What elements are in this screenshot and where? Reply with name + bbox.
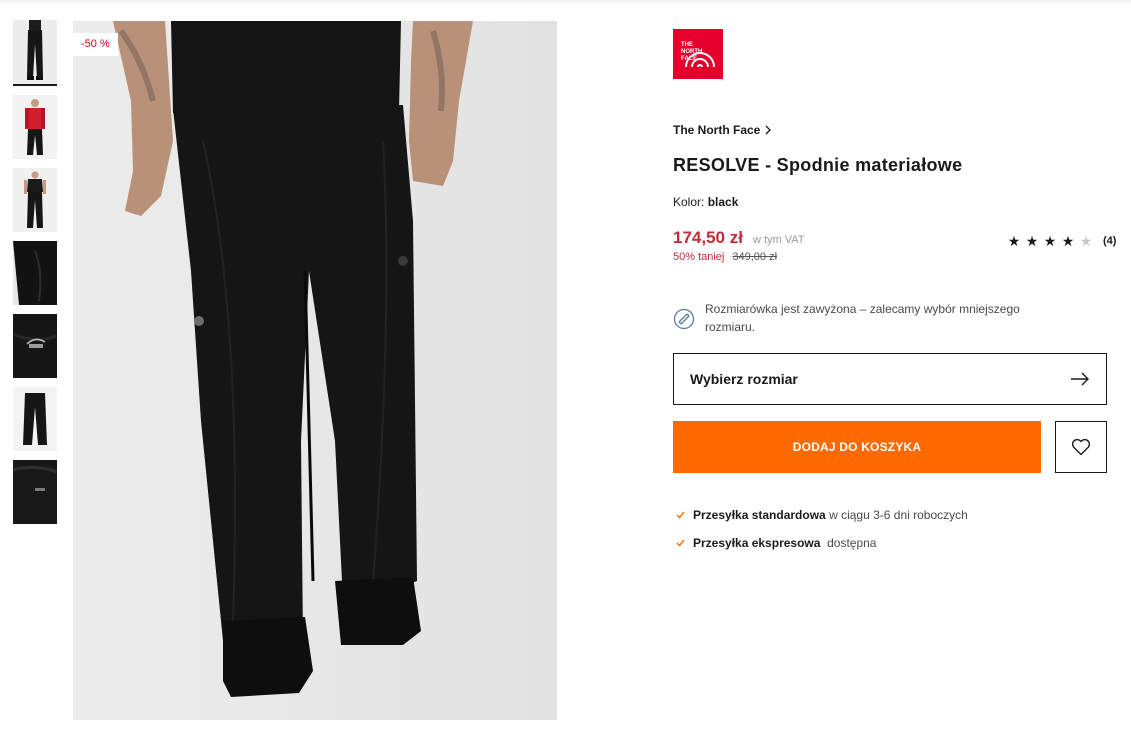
thumbnail-image [13, 460, 57, 524]
thumbnail-5[interactable] [13, 314, 57, 378]
brand-name: The North Face [673, 123, 761, 137]
main-product-image[interactable] [73, 21, 557, 720]
shipping-express: Przesyłka ekspresowa dostępna [676, 534, 968, 552]
logo-text-line: THE [681, 42, 693, 48]
add-to-cart-button[interactable]: DODAJ DO KOSZYKA [673, 421, 1041, 473]
size-note: Rozmiarówka jest zawyżona – zalecamy wyb… [673, 300, 1073, 336]
discount-badge: -50 % [73, 33, 118, 56]
star-icon: ★ [1025, 233, 1039, 249]
thumbnail-image [13, 95, 57, 159]
thumbnail-6[interactable] [13, 387, 57, 451]
size-select-label: Wybierz rozmiar [690, 371, 798, 387]
chevron-right-icon [765, 125, 772, 135]
thumbnail-gallery [13, 20, 57, 533]
product-photo [73, 21, 557, 720]
color-info: Kolor: black [673, 195, 738, 209]
discount-row: 50% taniej 349,00 zł [673, 251, 777, 263]
discount-text: 50% taniej [673, 251, 725, 263]
thumbnail-image [13, 314, 57, 378]
thumbnail-image [13, 241, 57, 305]
brand-logo[interactable]: THE NORTH FACE [673, 29, 723, 79]
check-icon [676, 539, 685, 547]
price-block: 174,50 zł w tym VAT [673, 228, 805, 248]
thumbnail-2[interactable] [13, 95, 57, 159]
size-info-icon [673, 308, 695, 330]
thumbnail-1[interactable] [13, 20, 57, 86]
current-price: 174,50 zł [673, 228, 743, 247]
logo-text-line: NORTH [681, 49, 702, 55]
north-face-logo-icon: THE NORTH FACE [681, 42, 715, 68]
shipping-text: Przesyłka ekspresowa dostępna [693, 536, 877, 550]
star-icon: ★ [1043, 233, 1057, 249]
top-divider [0, 0, 1131, 6]
star-icon: ★ [1061, 233, 1075, 249]
product-title: RESOLVE - Spodnie materiałowe [673, 155, 963, 175]
star-icon: ★ [1007, 233, 1021, 249]
arrow-right-icon [1071, 372, 1089, 386]
size-note-text: Rozmiarówka jest zawyżona – zalecamy wyb… [705, 302, 1020, 334]
shipping-info: Przesyłka standardowa w ciągu 3-6 dni ro… [676, 506, 968, 562]
thumbnail-7[interactable] [13, 460, 57, 524]
shipping-text: Przesyłka standardowa w ciągu 3-6 dni ro… [693, 508, 968, 522]
rating[interactable]: ★ ★ ★ ★ ★ (4) [1005, 233, 1117, 249]
thumbnail-image [13, 20, 57, 84]
thumbnail-3[interactable] [13, 168, 57, 232]
thumbnail-4[interactable] [13, 241, 57, 305]
size-select-dropdown[interactable]: Wybierz rozmiar [673, 353, 1107, 405]
vat-note: w tym VAT [752, 234, 805, 246]
logo-text-line: FACE [681, 56, 697, 62]
rating-count: (4) [1103, 235, 1117, 247]
color-value: black [707, 195, 739, 209]
thumbnail-image [13, 387, 57, 451]
check-icon [676, 511, 685, 519]
brand-link[interactable]: The North Face [673, 123, 772, 137]
star-empty-icon: ★ [1079, 233, 1093, 249]
shipping-standard: Przesyłka standardowa w ciągu 3-6 dni ro… [676, 506, 968, 524]
color-label: Kolor: [673, 195, 705, 209]
thumbnail-image [13, 168, 57, 232]
wishlist-button[interactable] [1055, 421, 1107, 473]
old-price: 349,00 zł [732, 251, 778, 263]
heart-icon [1071, 438, 1091, 456]
